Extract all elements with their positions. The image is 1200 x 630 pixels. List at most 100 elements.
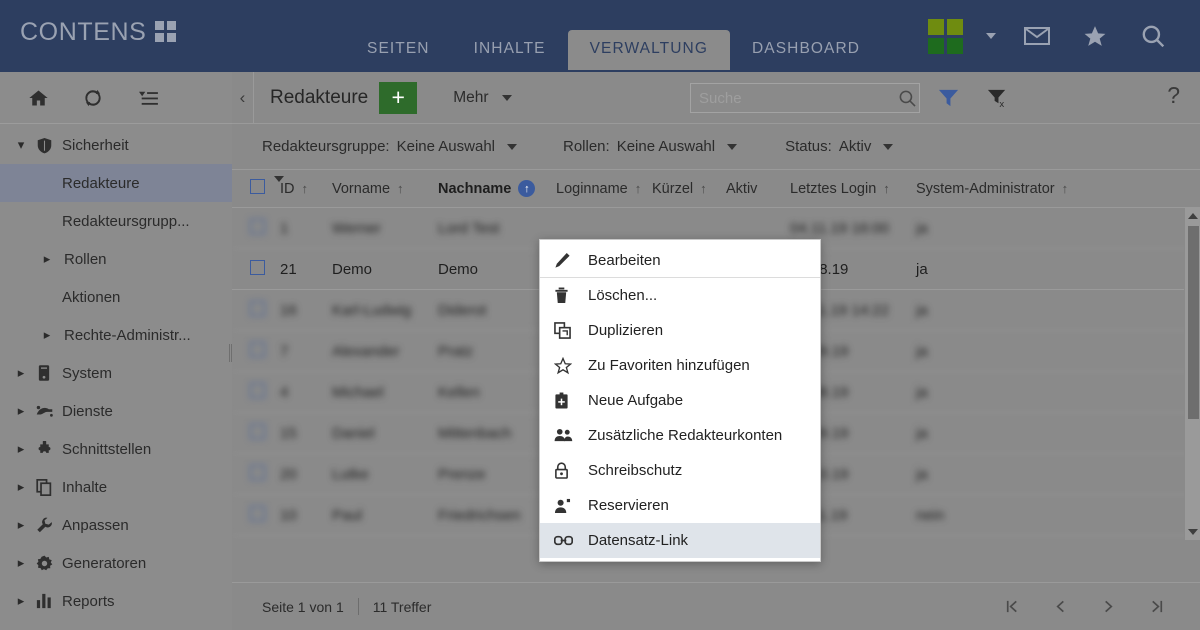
filter-redakteursgruppe[interactable]: Redakteursgruppe: Keine Auswahl (262, 138, 517, 155)
tab-dashboard[interactable]: DASHBOARD (730, 30, 882, 70)
sidebar-item-rechte-administration[interactable]: ▸ Rechte-Administr... (0, 316, 232, 354)
user-add-icon (554, 498, 580, 514)
search-button[interactable] (1124, 14, 1182, 58)
last-page-button[interactable] (1132, 587, 1180, 627)
sidebar-item-system[interactable]: ▸ System (0, 354, 232, 392)
refresh-button[interactable] (83, 88, 103, 108)
list-options-button[interactable] (137, 89, 159, 107)
sidebar-item-schnittstellen[interactable]: ▸ Schnittstellen (0, 430, 232, 468)
sidebar-item-anpassen[interactable]: ▸ Anpassen (0, 506, 232, 544)
chevron-down-icon[interactable]: ▾ (10, 137, 32, 153)
row-select-cell (232, 383, 280, 402)
chevron-right-icon[interactable]: ▸ (36, 327, 58, 343)
chevron-right-icon[interactable]: ▸ (10, 517, 32, 533)
help-button[interactable]: ? (1167, 82, 1180, 109)
filter-value: Aktiv (839, 138, 872, 155)
table-header: ID↑ Vorname↑ Nachname↑ Loginname↑ Kürzel… (232, 170, 1200, 208)
chevron-right-icon[interactable]: ▸ (10, 403, 32, 419)
context-menu-item-duplizieren[interactable]: Duplizieren (540, 313, 820, 348)
more-menu-button[interactable]: Mehr (453, 89, 511, 107)
select-all-checkbox[interactable] (250, 179, 265, 194)
column-header-loginname[interactable]: Loginname↑ (556, 181, 652, 197)
clear-filter-button[interactable]: x (986, 86, 1009, 109)
chevron-right-icon[interactable]: ▸ (10, 479, 32, 495)
scroll-up-button[interactable] (1185, 208, 1200, 224)
tab-inhalte[interactable]: INHALTE (452, 30, 568, 70)
row-checkbox[interactable] (250, 219, 265, 234)
column-header-aktiv[interactable]: Aktiv (726, 181, 790, 197)
search-submit-button[interactable] (898, 89, 917, 108)
search-input[interactable] (699, 90, 898, 107)
context-menu-item-bearbeiten[interactable]: Bearbeiten (540, 243, 820, 278)
column-header-id[interactable]: ID↑ (280, 181, 332, 197)
sidebar-item-rollen[interactable]: ▸ Rollen (0, 240, 232, 278)
search-box[interactable] (690, 83, 920, 113)
home-button[interactable] (28, 88, 49, 108)
column-header-system-administrator[interactable]: System-Administrator↑ (916, 181, 1076, 197)
search-icon (898, 89, 917, 108)
sidebar-item-sicherheit[interactable]: ▾ Sicherheit (0, 126, 232, 164)
apps-dropdown-button[interactable] (974, 14, 1008, 58)
scrollbar-thumb[interactable] (1188, 226, 1199, 419)
sort-asc-icon: ↑ (397, 181, 404, 196)
filter-button[interactable] (937, 86, 960, 109)
tab-seiten[interactable]: SEITEN (345, 30, 452, 70)
chevron-right-icon[interactable]: ▸ (10, 441, 32, 457)
row-checkbox[interactable] (250, 383, 265, 398)
list-options-icon (137, 89, 159, 107)
row-checkbox[interactable] (250, 506, 265, 521)
brand-logo[interactable]: CONTENS (20, 18, 176, 47)
column-header-kuerzel[interactable]: Kürzel↑ (652, 181, 726, 197)
sidebar-item-generatoren[interactable]: ▸ Generatoren (0, 544, 232, 582)
column-header-letztes-login[interactable]: Letztes Login↑ (790, 181, 916, 197)
row-checkbox[interactable] (250, 424, 265, 439)
cell-sysadmin: ja (916, 220, 1076, 237)
sidebar-item-reports[interactable]: ▸ Reports (0, 582, 232, 620)
first-page-icon (1005, 599, 1020, 614)
chevron-right-icon[interactable]: ▸ (10, 593, 32, 609)
row-select-cell (232, 219, 280, 238)
filter-rollen[interactable]: Rollen: Keine Auswahl (563, 138, 737, 155)
sidebar-item-dienste[interactable]: ▸ Dienste (0, 392, 232, 430)
row-checkbox[interactable] (250, 301, 265, 316)
favorites-button[interactable] (1066, 14, 1124, 58)
prev-page-button[interactable] (1036, 587, 1084, 627)
chevron-down-icon (727, 144, 737, 150)
row-checkbox[interactable] (250, 465, 265, 480)
context-menu-item-label: Zusätzliche Redakteurkonten (588, 427, 782, 444)
first-page-button[interactable] (988, 587, 1036, 627)
column-header-vorname[interactable]: Vorname↑ (332, 181, 438, 197)
row-checkbox[interactable] (250, 260, 265, 275)
search-icon (1140, 23, 1166, 49)
sort-asc-icon: ↑ (302, 181, 309, 196)
column-header-nachname[interactable]: Nachname↑ (438, 180, 556, 197)
table-vertical-scrollbar[interactable] (1184, 208, 1200, 540)
scroll-down-button[interactable] (1185, 524, 1200, 540)
context-menu-item-zusaetzliche-redakteurkonten[interactable]: Zusätzliche Redakteurkonten (540, 418, 820, 453)
mail-button[interactable] (1008, 14, 1066, 58)
filter-status[interactable]: Status: Aktiv (785, 138, 893, 155)
sidebar-item-redakteure[interactable]: Redakteure (0, 164, 232, 202)
more-menu-label: Mehr (453, 89, 488, 107)
collapse-sidebar-button[interactable]: ‹ (232, 72, 254, 124)
chevron-right-icon[interactable]: ▸ (10, 555, 32, 571)
context-menu-item-neue-aufgabe[interactable]: Neue Aufgabe (540, 383, 820, 418)
cell-sysadmin: ja (916, 261, 1076, 278)
sidebar-item-label: Generatoren (62, 555, 146, 572)
apps-grid-button[interactable] (916, 14, 974, 58)
sidebar-item-redakteursgruppen[interactable]: Redakteursgrupp... (0, 202, 232, 240)
sidebar-item-aktionen[interactable]: Aktionen (0, 278, 232, 316)
context-menu-item-schreibschutz[interactable]: Schreibschutz (540, 453, 820, 488)
context-menu-item-datensatz-link[interactable]: Datensatz-Link (540, 523, 820, 558)
chevron-right-icon[interactable]: ▸ (36, 251, 58, 267)
add-record-button[interactable]: + (379, 82, 417, 114)
tab-verwaltung[interactable]: VERWALTUNG (568, 30, 730, 70)
cell-sysadmin: ja (916, 384, 1076, 401)
context-menu-item-loeschen[interactable]: Löschen... (540, 278, 820, 313)
sidebar-item-inhalte[interactable]: ▸ Inhalte (0, 468, 232, 506)
context-menu-item-reservieren[interactable]: Reservieren (540, 488, 820, 523)
row-checkbox[interactable] (250, 342, 265, 357)
context-menu-item-zu-favoriten-hinzufuegen[interactable]: Zu Favoriten hinzufügen (540, 348, 820, 383)
chevron-right-icon[interactable]: ▸ (10, 365, 32, 381)
next-page-button[interactable] (1084, 587, 1132, 627)
